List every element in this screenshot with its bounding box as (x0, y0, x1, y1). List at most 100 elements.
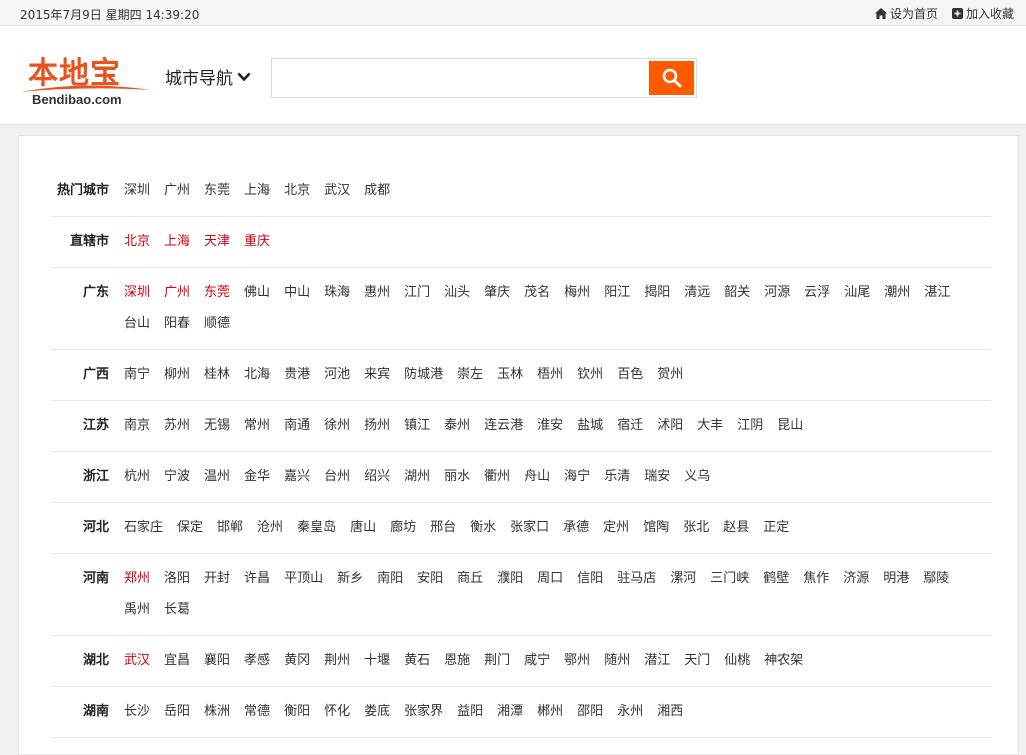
city-link[interactable]: 北京 (284, 182, 310, 200)
city-link[interactable]: 秦皇岛 (297, 519, 336, 537)
city-link[interactable]: 东莞 (204, 284, 230, 302)
city-link[interactable]: 崇左 (457, 366, 483, 384)
city-link[interactable]: 广州 (164, 284, 190, 302)
city-link[interactable]: 上海 (244, 182, 270, 200)
city-link[interactable]: 张北 (683, 519, 709, 537)
city-link[interactable]: 韶关 (724, 284, 750, 302)
city-link[interactable]: 周口 (537, 570, 563, 588)
city-link[interactable]: 沧州 (257, 519, 283, 537)
city-link[interactable]: 邵阳 (577, 703, 603, 721)
city-link[interactable]: 恩施 (444, 652, 470, 670)
search-input[interactable] (272, 59, 648, 97)
city-link[interactable]: 正定 (763, 519, 789, 537)
city-link[interactable]: 珠海 (324, 284, 350, 302)
city-link[interactable]: 湘潭 (497, 703, 523, 721)
city-link[interactable]: 宁波 (164, 468, 190, 486)
city-link[interactable]: 贺州 (657, 366, 683, 384)
city-link[interactable]: 梧州 (537, 366, 563, 384)
city-link[interactable]: 绍兴 (364, 468, 390, 486)
city-link[interactable]: 张家界 (404, 703, 443, 721)
city-link[interactable]: 邢台 (430, 519, 456, 537)
city-link[interactable]: 禹州 (124, 601, 150, 619)
city-link[interactable]: 大丰 (697, 417, 723, 435)
city-link[interactable]: 苏州 (164, 417, 190, 435)
city-link[interactable]: 明港 (883, 570, 909, 588)
city-link[interactable]: 嘉兴 (284, 468, 310, 486)
city-link[interactable]: 武汉 (124, 652, 150, 670)
city-link[interactable]: 广州 (164, 182, 190, 200)
city-nav-dropdown[interactable]: 城市导航 (165, 64, 251, 89)
city-link[interactable]: 赵县 (723, 519, 749, 537)
city-link[interactable]: 阳春 (164, 315, 190, 333)
city-link[interactable]: 汕尾 (844, 284, 870, 302)
city-link[interactable]: 潜江 (644, 652, 670, 670)
city-link[interactable]: 昆山 (777, 417, 803, 435)
city-link[interactable]: 深圳 (124, 284, 150, 302)
city-link[interactable]: 三门峡 (710, 570, 749, 588)
city-link[interactable]: 茂名 (524, 284, 550, 302)
city-link[interactable]: 张家口 (510, 519, 549, 537)
city-link[interactable]: 廊坊 (390, 519, 416, 537)
city-link[interactable]: 河池 (324, 366, 350, 384)
city-link[interactable]: 中山 (284, 284, 310, 302)
city-link[interactable]: 肇庆 (484, 284, 510, 302)
city-link[interactable]: 岳阳 (164, 703, 190, 721)
city-link[interactable]: 株洲 (204, 703, 230, 721)
city-link[interactable]: 鄢陵 (923, 570, 949, 588)
city-link[interactable]: 天津 (204, 233, 230, 251)
city-link[interactable]: 武汉 (324, 182, 350, 200)
city-link[interactable]: 温州 (204, 468, 230, 486)
city-link[interactable]: 黄冈 (284, 652, 310, 670)
search-button[interactable] (649, 61, 694, 95)
city-link[interactable]: 长葛 (164, 601, 190, 619)
city-link[interactable]: 连云港 (484, 417, 523, 435)
city-link[interactable]: 泰州 (444, 417, 470, 435)
city-link[interactable]: 杭州 (124, 468, 150, 486)
city-link[interactable]: 定州 (603, 519, 629, 537)
city-link[interactable]: 承德 (563, 519, 589, 537)
city-link[interactable]: 衢州 (484, 468, 510, 486)
city-link[interactable]: 海宁 (564, 468, 590, 486)
city-link[interactable]: 常州 (244, 417, 270, 435)
logo[interactable]: 本地宝 Bendibao.com (20, 48, 150, 108)
city-link[interactable]: 邯郸 (217, 519, 243, 537)
city-link[interactable]: 云浮 (804, 284, 830, 302)
city-link[interactable]: 江门 (404, 284, 430, 302)
city-link[interactable]: 南阳 (377, 570, 403, 588)
city-link[interactable]: 淮安 (537, 417, 563, 435)
city-link[interactable]: 黄石 (404, 652, 430, 670)
city-link[interactable]: 惠州 (364, 284, 390, 302)
city-link[interactable]: 义乌 (684, 468, 710, 486)
city-link[interactable]: 百色 (617, 366, 643, 384)
city-link[interactable]: 潮州 (884, 284, 910, 302)
city-link[interactable]: 阳江 (604, 284, 630, 302)
city-link[interactable]: 宿迁 (617, 417, 643, 435)
city-link[interactable]: 南京 (124, 417, 150, 435)
city-link[interactable]: 南通 (284, 417, 310, 435)
city-link[interactable]: 钦州 (577, 366, 603, 384)
city-link[interactable]: 徐州 (324, 417, 350, 435)
city-link[interactable]: 鹤壁 (763, 570, 789, 588)
city-link[interactable]: 孝感 (244, 652, 270, 670)
city-link[interactable]: 湖州 (404, 468, 430, 486)
set-home-link[interactable]: 设为首页 (874, 5, 938, 22)
city-link[interactable]: 郑州 (124, 570, 150, 588)
city-link[interactable]: 成都 (364, 182, 390, 200)
city-link[interactable]: 开封 (204, 570, 230, 588)
city-link[interactable]: 河源 (764, 284, 790, 302)
city-link[interactable]: 清远 (684, 284, 710, 302)
city-link[interactable]: 北京 (124, 233, 150, 251)
city-link[interactable]: 南宁 (124, 366, 150, 384)
city-link[interactable]: 防城港 (404, 366, 443, 384)
city-link[interactable]: 保定 (177, 519, 203, 537)
city-link[interactable]: 许昌 (244, 570, 270, 588)
city-link[interactable]: 馆陶 (643, 519, 669, 537)
city-link[interactable]: 鄂州 (564, 652, 590, 670)
city-link[interactable]: 来宾 (364, 366, 390, 384)
city-link[interactable]: 平顶山 (284, 570, 323, 588)
city-link[interactable]: 深圳 (124, 182, 150, 200)
add-favorite-link[interactable]: 加入收藏 (951, 5, 1014, 22)
city-link[interactable]: 石家庄 (124, 519, 163, 537)
city-link[interactable]: 焦作 (803, 570, 829, 588)
city-link[interactable]: 衡水 (470, 519, 496, 537)
